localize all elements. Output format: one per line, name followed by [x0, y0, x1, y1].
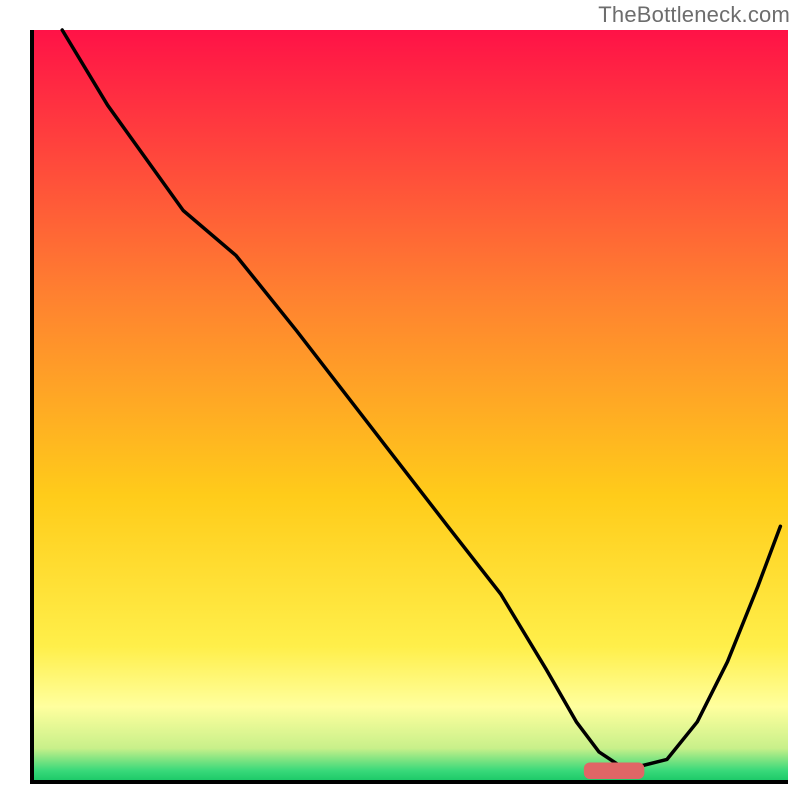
plot-background	[32, 30, 788, 782]
chart-svg	[0, 0, 800, 800]
chart-stage: TheBottleneck.com	[0, 0, 800, 800]
highlight-pill	[584, 762, 644, 779]
